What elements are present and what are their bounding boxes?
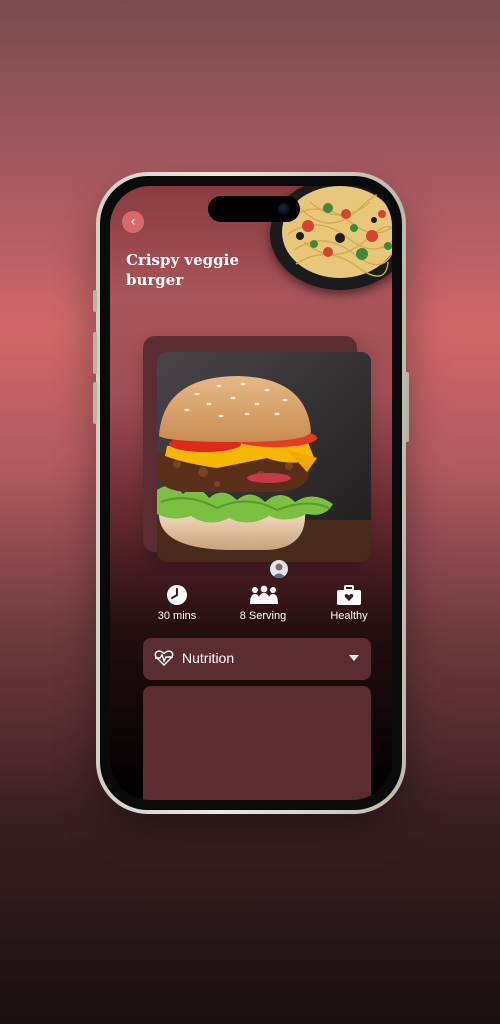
dynamic-island: [208, 196, 300, 222]
caret-down-icon: [349, 655, 359, 661]
briefcase-heart-icon: [335, 584, 363, 606]
heartbeat-icon: [154, 650, 174, 666]
recipe-stats: 30 mins 8 Serving Healthy: [136, 584, 386, 630]
recipe-title: Crispy veggie burger: [126, 251, 239, 289]
app-screen: ‹ Crispy veggie burger 30 mins 8 Serving…: [110, 186, 392, 800]
clock-icon: [163, 584, 191, 606]
stat-time: 30 mins: [142, 584, 212, 622]
people-icon: [249, 584, 278, 606]
volume-up-button: [93, 332, 97, 374]
stat-healthy: Healthy: [314, 584, 384, 622]
avatar[interactable]: [270, 560, 288, 578]
stat-time-label: 30 mins: [157, 610, 197, 622]
action-button: [93, 290, 97, 312]
power-button: [405, 372, 409, 442]
nutrition-dropdown[interactable]: Nutrition: [143, 638, 371, 680]
stat-serving: 8 Serving: [228, 584, 298, 622]
stat-serving-label: 8 Serving: [239, 610, 287, 622]
chevron-left-icon: ‹: [130, 214, 136, 230]
nutrition-content-panel: [143, 686, 371, 800]
stat-healthy-label: Healthy: [330, 610, 368, 622]
camera-icon: [278, 203, 290, 215]
nutrition-label: Nutrition: [182, 650, 235, 666]
burger-image: [157, 352, 371, 562]
phone-frame: ‹ Crispy veggie burger 30 mins 8 Serving…: [93, 172, 409, 814]
volume-down-button: [93, 382, 97, 424]
back-button[interactable]: ‹: [122, 211, 144, 233]
phone-bezel: ‹ Crispy veggie burger 30 mins 8 Serving…: [100, 176, 402, 810]
